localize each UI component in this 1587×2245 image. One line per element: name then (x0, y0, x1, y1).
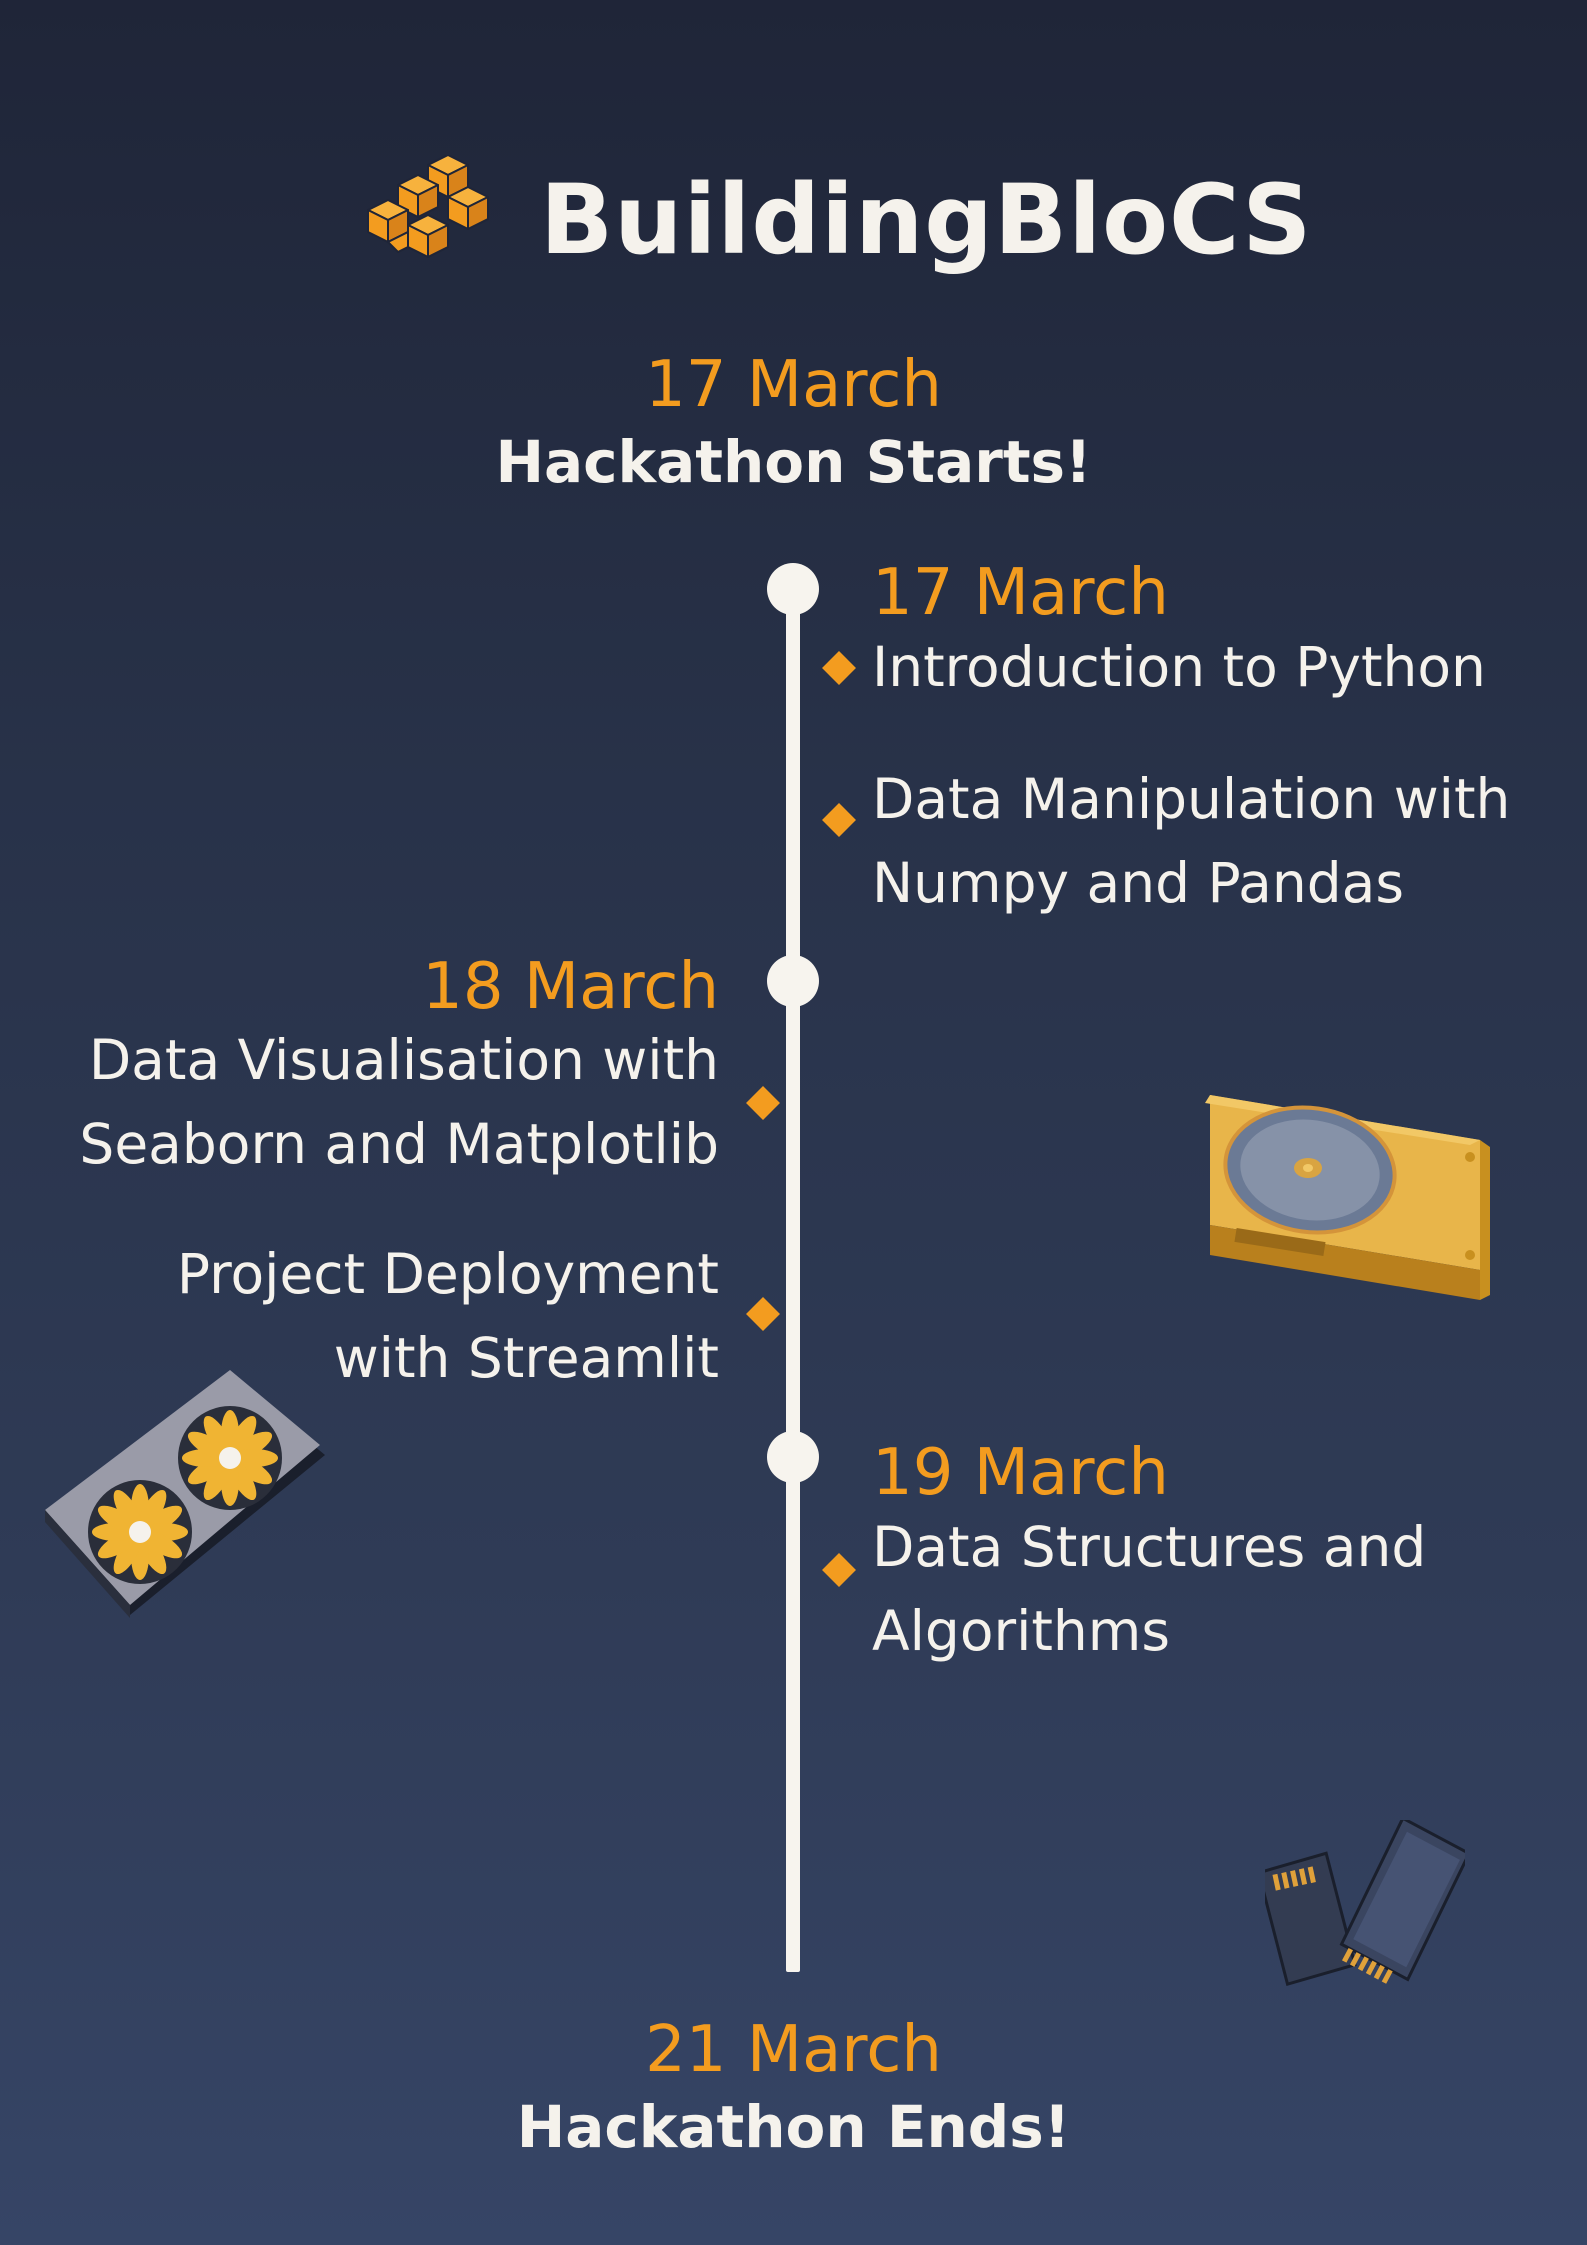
timeline-line (786, 585, 800, 1972)
bullet-diamond-icon (746, 1086, 780, 1120)
brand-name: BuildingBloCS (540, 164, 1313, 276)
timeline-poster: BuildingBloCS 17 March Hackathon Starts!… (0, 0, 1587, 2245)
bullet-diamond-icon (822, 1553, 856, 1587)
session-item: Data Visualisation with Seaborn and Matp… (79, 1028, 719, 1176)
hard-drive-icon (1205, 1095, 1490, 1300)
start-title: Hackathon Starts! (495, 428, 1092, 496)
day-date: 18 March (422, 950, 719, 1024)
start-date: 17 March (645, 348, 942, 422)
bullet-diamond-icon (746, 1297, 780, 1331)
bullet-diamond-icon (822, 803, 856, 837)
timeline-node (767, 955, 819, 1007)
day-date: 19 March (872, 1436, 1169, 1510)
session-item: Introduction to Python (872, 635, 1486, 699)
session-item: Data Structures and Algorithms (872, 1515, 1427, 1663)
day-date: 17 March (872, 556, 1169, 630)
session-item: Data Manipulation with Numpy and Pandas (872, 767, 1511, 915)
timeline-node (767, 1431, 819, 1483)
bullet-diamond-icon (822, 651, 856, 685)
stacked-cubes-icon (367, 155, 489, 258)
timeline-node (767, 563, 819, 615)
end-date: 21 March (645, 2013, 942, 2087)
sd-card-icon (1265, 1820, 1465, 1987)
graphics-card-icon (45, 1370, 325, 1618)
end-title: Hackathon Ends! (516, 2093, 1071, 2161)
